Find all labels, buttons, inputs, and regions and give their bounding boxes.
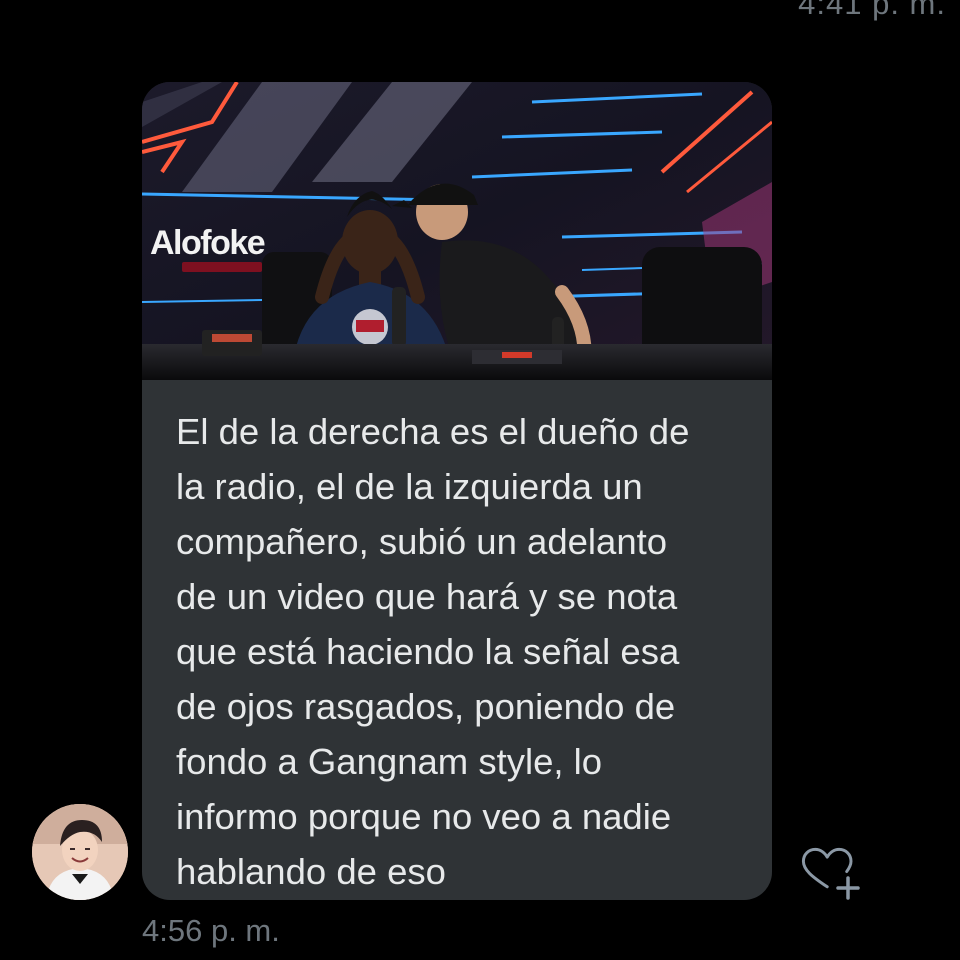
message-line: la radio, el de la izquierda un (176, 466, 643, 507)
message-bubble[interactable]: Alofoke El de la derecha es el dueño de … (142, 82, 772, 900)
message-text: El de la derecha es el dueño de la radio… (176, 404, 756, 899)
dm-conversation-screen: 4:41 p. m. Alofoke El de la derecha es e… (0, 0, 960, 960)
message-line: de un video que hará y se nota (176, 576, 678, 617)
message-line: que está haciendo la señal esa (176, 631, 680, 672)
brand-logo-underline (182, 262, 262, 272)
message-image[interactable]: Alofoke (142, 82, 772, 380)
heart-plus-icon (801, 847, 860, 900)
brand-logo-text: Alofoke (150, 224, 266, 262)
message-line: fondo a Gangnam style, lo (176, 741, 603, 782)
message-line: El de la derecha es el dueño de (176, 411, 690, 452)
message-line: informo porque no veo a nadie (176, 796, 672, 837)
previous-message-timestamp: 4:41 p. m. (798, 0, 946, 21)
message-line: compañero, subió un adelanto (176, 521, 668, 562)
add-reaction-button[interactable] (800, 840, 864, 904)
sender-avatar[interactable] (32, 804, 128, 900)
message-line: hablando de eso (176, 851, 446, 892)
message-line: de ojos rasgados, poniendo de (176, 686, 676, 727)
message-timestamp: 4:56 p. m. (142, 913, 280, 948)
avatar-portrait (32, 804, 128, 900)
